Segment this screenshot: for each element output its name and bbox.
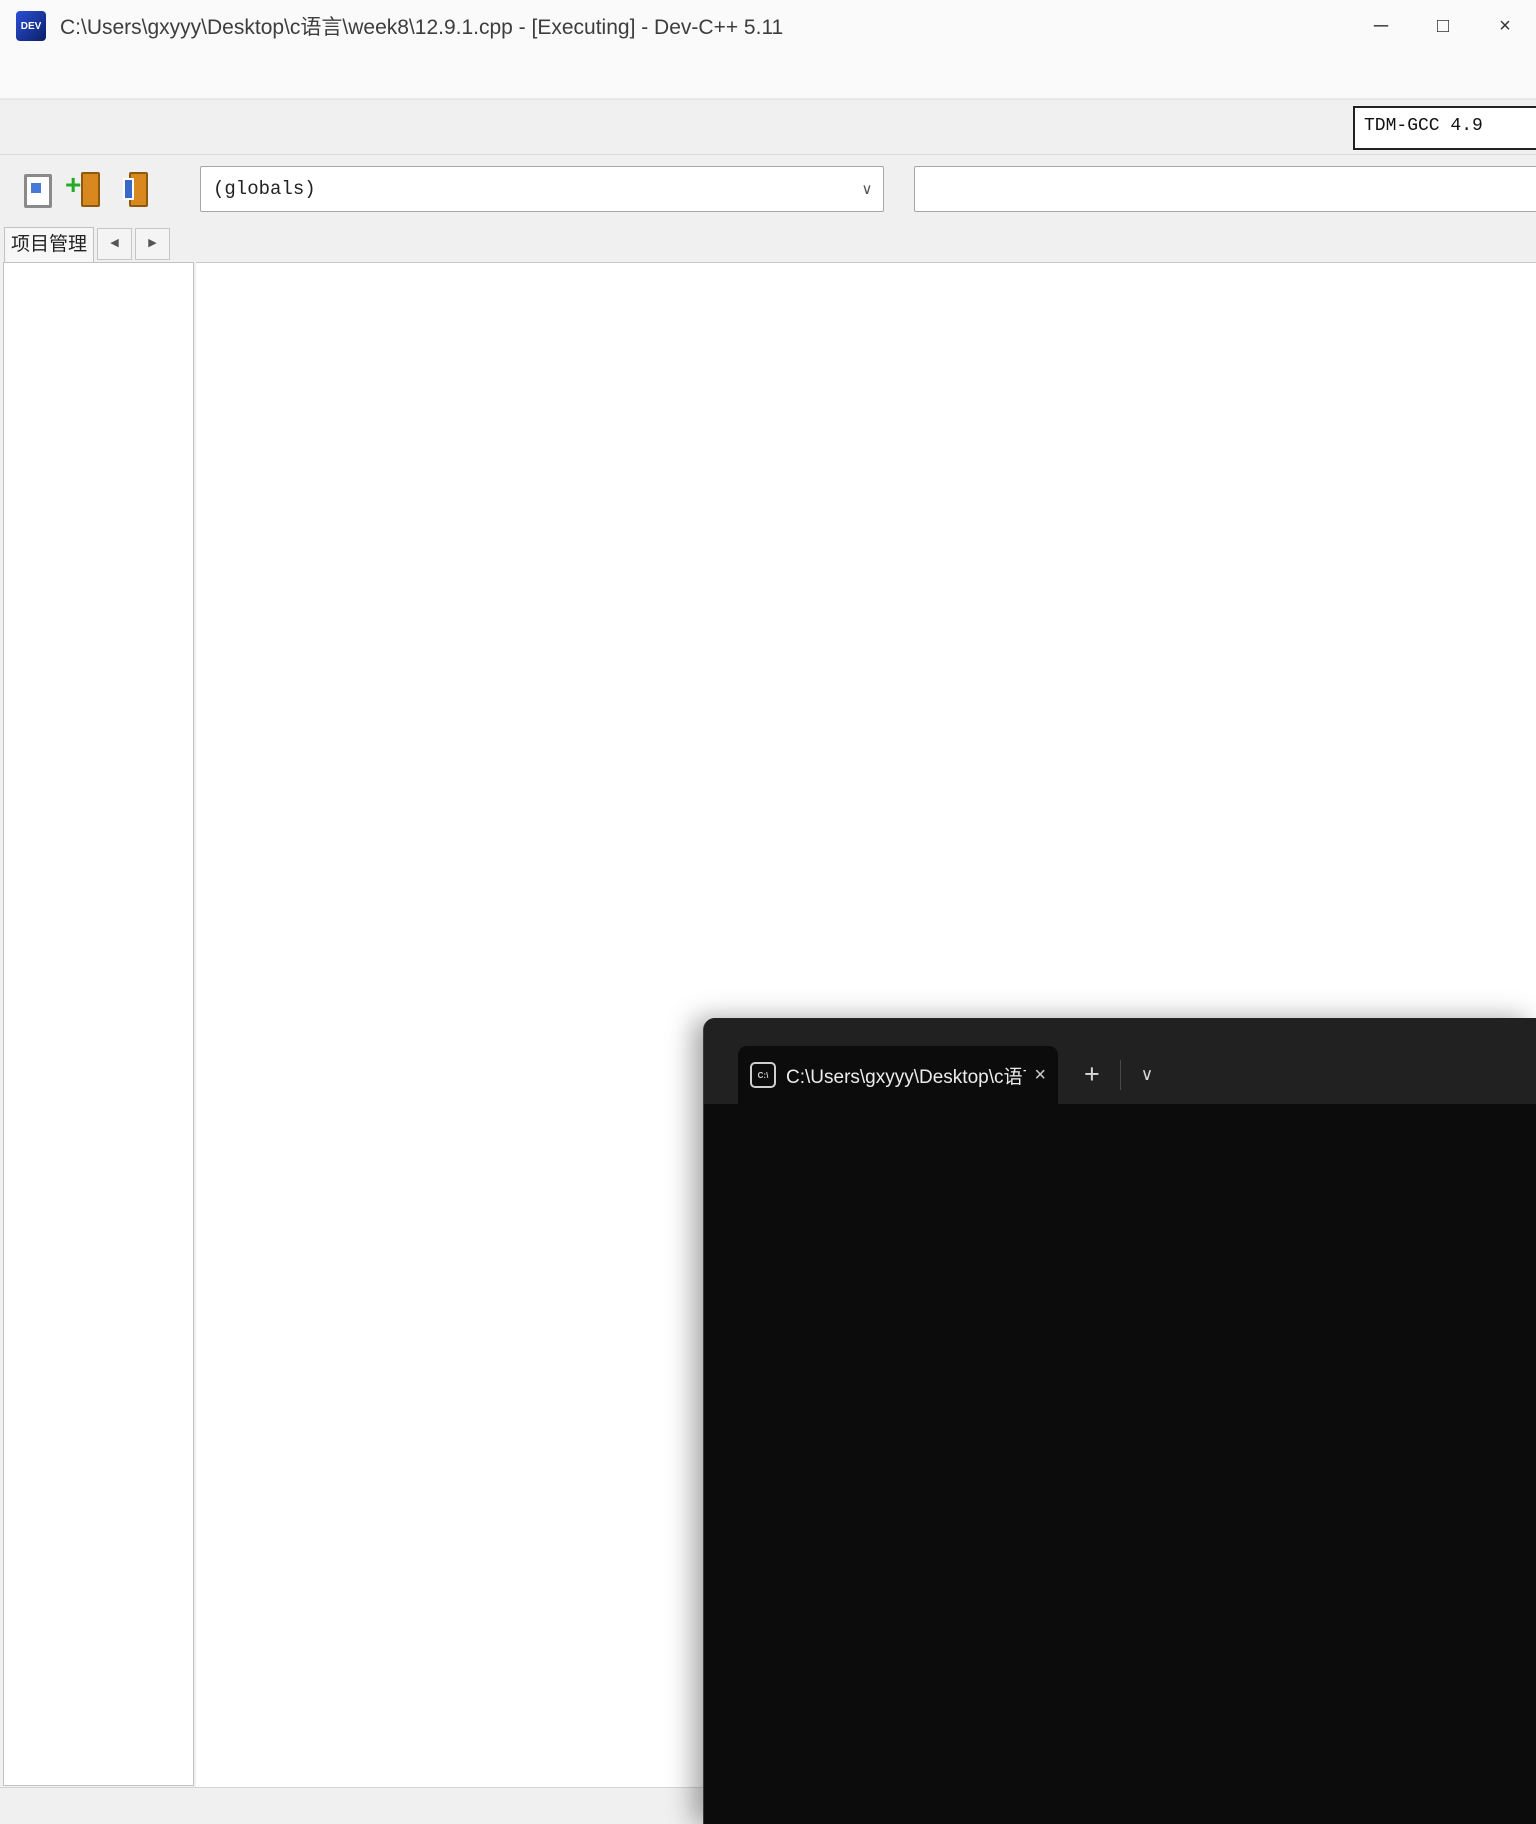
- terminal-tab-close-icon[interactable]: ×: [1026, 1064, 1046, 1087]
- remove-from-project-icon[interactable]: [112, 167, 156, 211]
- terminal-title-bar[interactable]: C:\ C:\Users\gxyyy\Desktop\c语言 × + ∨: [704, 1018, 1536, 1104]
- main-toolbar: TDM-GCC 4.9: [0, 99, 1536, 154]
- terminal-dropdown-icon[interactable]: ∨: [1141, 1046, 1153, 1104]
- terminal-bar-divider: [1119, 1060, 1121, 1090]
- maximize-button[interactable]: □: [1412, 0, 1474, 52]
- terminal-window: C:\ C:\Users\gxyyy\Desktop\c语言 × + ∨: [703, 1018, 1536, 1824]
- terminal-tab[interactable]: C:\ C:\Users\gxyyy\Desktop\c语言 ×: [738, 1046, 1058, 1104]
- title-bar: DEV C:\Users\gxyyy\Desktop\c语言\week8\12.…: [0, 0, 1536, 52]
- menu-bar: [0, 52, 1536, 99]
- close-button[interactable]: ×: [1474, 0, 1536, 52]
- terminal-tab-title: C:\Users\gxyyy\Desktop\c语言: [786, 1066, 1027, 1088]
- members-combobox[interactable]: [914, 166, 1536, 212]
- tab-scroll-right-icon[interactable]: ▶: [135, 228, 171, 260]
- globals-combobox[interactable]: (globals) ∨: [200, 166, 884, 212]
- terminal-output[interactable]: [704, 1104, 1536, 1118]
- cmd-icon: C:\: [750, 1062, 776, 1088]
- tab-project-manager[interactable]: 项目管理: [4, 227, 95, 262]
- new-tab-icon[interactable]: +: [1084, 1046, 1100, 1104]
- project-panel: 项目管理 ◀ ▶: [0, 220, 196, 1788]
- add-to-project-icon[interactable]: [64, 167, 108, 211]
- window-title: C:\Users\gxyyy\Desktop\c语言\week8\12.9.1.…: [60, 16, 784, 39]
- chevron-down-icon[interactable]: ∨: [851, 180, 883, 199]
- editor-tab-strip: [196, 220, 1536, 263]
- globals-combobox-value: (globals): [213, 178, 316, 200]
- compiler-select[interactable]: TDM-GCC 4.9: [1353, 106, 1536, 150]
- new-source-icon[interactable]: [16, 167, 60, 211]
- app-icon: DEV: [16, 11, 46, 41]
- project-tree[interactable]: [3, 262, 194, 1786]
- class-browser-toolbar: (globals) ∨: [0, 154, 1536, 223]
- project-panel-tabs: 项目管理 ◀ ▶: [0, 220, 196, 262]
- minimize-button[interactable]: ─: [1350, 0, 1412, 52]
- tab-scroll-left-icon[interactable]: ◀: [97, 228, 133, 260]
